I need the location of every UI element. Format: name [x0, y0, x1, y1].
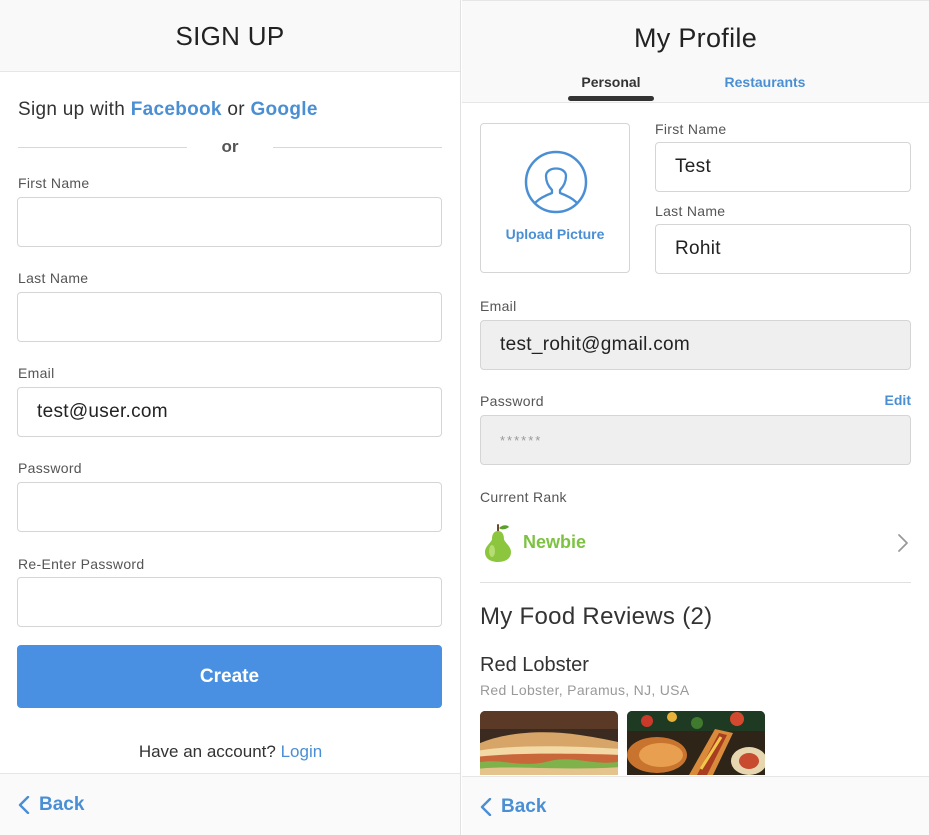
signup-title: SIGN UP [175, 21, 285, 51]
sandwich-image [480, 711, 618, 775]
password-input[interactable] [17, 482, 442, 532]
chevron-left-icon [480, 798, 492, 816]
pear-icon [485, 524, 511, 562]
active-tab-indicator [568, 96, 654, 101]
signup-panel: SIGN UP Sign up with Facebook or Google … [0, 0, 461, 835]
profile-first-name-input[interactable]: Test [655, 142, 911, 192]
review-photo-sandwich[interactable] [480, 711, 618, 775]
reenter-password-label: Re-Enter Password [18, 556, 145, 572]
profile-password-label: Password [480, 393, 544, 409]
signup-back-button[interactable]: Back [18, 794, 84, 816]
social-signup-line: Sign up with Facebook or Google [18, 99, 318, 121]
profile-title: My Profile [633, 23, 758, 53]
reenter-password-input[interactable] [17, 577, 442, 627]
login-prompt-text: Have an account? [138, 742, 281, 761]
first-name-input[interactable] [17, 197, 442, 247]
profile-back-label: Back [501, 796, 547, 817]
profile-first-name-label: First Name [655, 121, 727, 137]
review-photo-hotdog[interactable] [627, 711, 765, 775]
hotdog-image [627, 711, 765, 775]
signup-footer: Back [0, 773, 460, 835]
profile-back-button[interactable]: Back [480, 796, 546, 818]
password-edit-link[interactable]: Edit [885, 392, 911, 408]
profile-password-field: ****** [480, 415, 911, 465]
google-link[interactable]: Google [250, 99, 317, 120]
review-restaurant-location: Red Lobster, Paramus, NJ, USA [480, 682, 690, 698]
login-link[interactable]: Login [281, 742, 323, 761]
chevron-right-icon [898, 534, 908, 552]
rank-divider [480, 582, 911, 583]
password-label: Password [18, 460, 82, 476]
social-or-text: or [221, 99, 251, 120]
avatar-placeholder-icon [524, 150, 588, 214]
signup-back-label: Back [39, 794, 85, 815]
last-name-input[interactable] [17, 292, 442, 342]
food-reviews-heading: My Food Reviews (2) [480, 603, 713, 630]
last-name-label: Last Name [18, 270, 89, 286]
tab-personal[interactable]: Personal [568, 74, 654, 90]
facebook-link[interactable]: Facebook [131, 99, 222, 120]
review-restaurant-name[interactable]: Red Lobster [480, 654, 589, 677]
or-divider-text: or [221, 137, 239, 156]
chevron-left-icon [18, 796, 30, 814]
tab-restaurants[interactable]: Restaurants [715, 74, 815, 90]
profile-email-label: Email [480, 298, 517, 314]
first-name-label: First Name [18, 175, 90, 191]
create-button[interactable]: Create [17, 645, 442, 708]
email-input[interactable]: test@user.com [17, 387, 442, 437]
current-rank-label: Current Rank [480, 489, 567, 505]
profile-email-field: test_rohit@gmail.com [480, 320, 911, 370]
signup-header: SIGN UP [0, 0, 460, 72]
current-rank-row[interactable]: Newbie [480, 519, 911, 565]
profile-header: My Profile Personal Restaurants [462, 0, 929, 103]
rank-value: Newbie [523, 532, 587, 552]
login-prompt: Have an account? Login [0, 742, 460, 762]
divider-right [273, 147, 442, 148]
divider-left [18, 147, 187, 148]
profile-footer: Back [462, 776, 929, 835]
profile-panel: My Profile Personal Restaurants Upload P… [462, 0, 929, 835]
profile-last-name-input[interactable]: Rohit [655, 224, 911, 274]
upload-picture-label: Upload Picture [505, 226, 605, 242]
social-signup-prefix: Sign up with [18, 99, 131, 120]
profile-last-name-label: Last Name [655, 203, 726, 219]
upload-picture-button[interactable]: Upload Picture [480, 123, 630, 273]
email-label: Email [18, 365, 55, 381]
